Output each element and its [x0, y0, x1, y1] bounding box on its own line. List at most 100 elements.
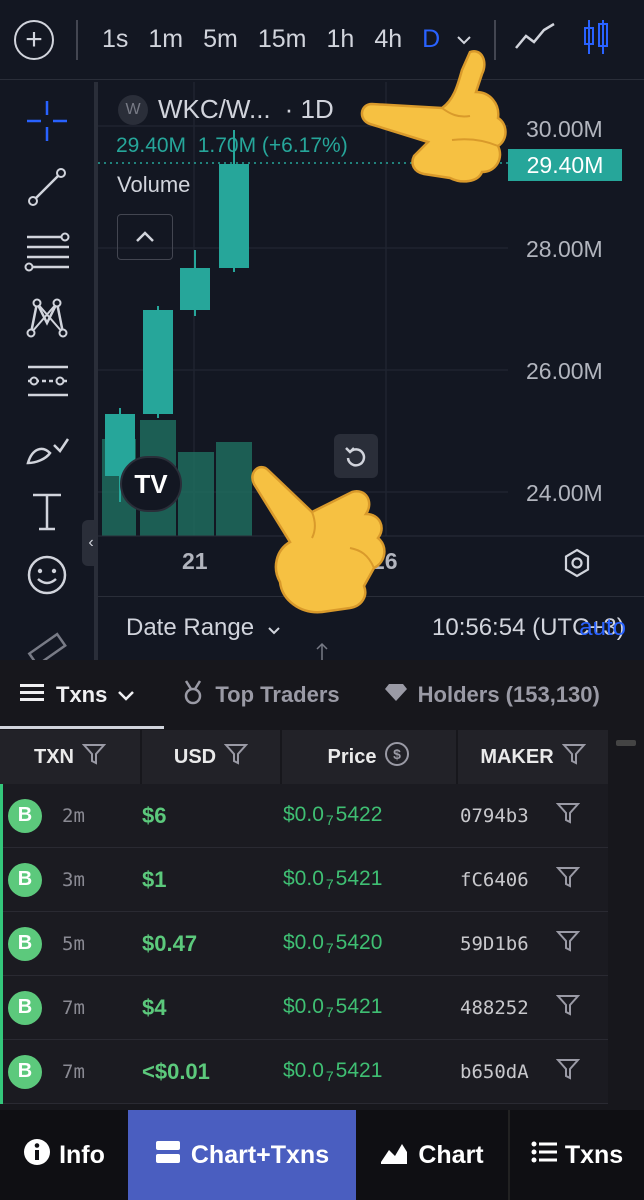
pointing-hand-left-icon	[360, 50, 507, 183]
header-price[interactable]: Price $	[282, 730, 458, 784]
buy-badge: B	[8, 990, 42, 1025]
header-maker-label: MAKER	[480, 745, 554, 768]
collapse-legend-chevron-up-icon[interactable]	[117, 214, 173, 260]
tab-holders-label: Holders (153,130)	[417, 682, 600, 707]
table-row[interactable]: B 2m $6 $0.0 75422 0794b3	[0, 784, 608, 848]
filter-icon[interactable]	[561, 743, 586, 771]
add-symbol-button[interactable]: +	[14, 19, 54, 60]
chevron-down-icon	[267, 622, 281, 639]
volume-bar	[178, 452, 214, 536]
timeframe-5m[interactable]: 5m	[203, 25, 238, 54]
tab-holders[interactable]: Holders (153,130)	[384, 682, 600, 708]
txn-maker[interactable]: 488252	[460, 997, 529, 1019]
candlestick-chart-type-icon[interactable]	[582, 18, 610, 61]
header-maker[interactable]: MAKER	[458, 730, 608, 784]
txn-usd: $1	[142, 866, 167, 892]
timeframe-1h[interactable]: 1h	[327, 25, 355, 54]
filter-icon[interactable]	[555, 802, 581, 829]
table-row[interactable]: B 3m $1 $0.0 75421 fC6406	[0, 848, 608, 912]
candle-body	[219, 164, 249, 268]
header-usd[interactable]: USD	[142, 730, 282, 784]
txn-maker[interactable]: 59D1b6	[460, 933, 529, 955]
drawing-toolbar	[0, 82, 94, 665]
nav-chart-label: Chart	[418, 1140, 484, 1169]
symbol-name: WKC/W...	[158, 94, 271, 124]
nav-txns[interactable]: Txns	[510, 1110, 644, 1200]
header-usd-label: USD	[173, 745, 217, 768]
txn-usd: $4	[142, 994, 167, 1020]
table-header: TXN USD Price $ MAKER	[0, 730, 608, 784]
header-txn[interactable]: TXN	[0, 730, 142, 784]
emoji-icon[interactable]	[20, 548, 74, 602]
buy-badge: B	[8, 1054, 42, 1089]
tab-top-traders[interactable]: Top Traders	[181, 679, 340, 711]
tab-txns[interactable]: Txns	[20, 682, 135, 708]
txn-price: $0.0 75421	[283, 995, 383, 1020]
table-row[interactable]: B 5m $0.47 $0.0 75420 59D1b6	[0, 912, 608, 976]
nav-chart-txns[interactable]: Chart+Txns	[128, 1110, 356, 1200]
table-row[interactable]: B 7m <$0.01 $0.0 75421 b650dA	[0, 1040, 608, 1104]
txn-maker[interactable]: fC6406	[460, 869, 529, 891]
brush-icon[interactable]	[20, 420, 74, 474]
diamond-icon	[384, 682, 408, 708]
filter-icon[interactable]	[555, 930, 581, 957]
area-chart-icon	[380, 1140, 408, 1171]
tab-top-traders-label: Top Traders	[215, 682, 340, 707]
buy-accent	[0, 1040, 3, 1104]
filter-icon[interactable]	[223, 743, 249, 771]
timeframe-1s[interactable]: 1s	[102, 25, 128, 54]
chart-legend-title[interactable]: W WKC/W... · 1D	[118, 94, 334, 125]
filter-icon[interactable]	[81, 743, 107, 771]
table-row[interactable]: B 7m $4 $0.0 75421 488252	[0, 976, 608, 1040]
medal-icon	[181, 679, 205, 711]
filter-icon[interactable]	[555, 994, 581, 1021]
chart-settings-icon[interactable]	[562, 548, 592, 578]
tradingview-logo-icon[interactable]: TV	[120, 456, 182, 512]
txn-maker[interactable]: b650dA	[460, 1061, 529, 1083]
symbol-logo-icon: W	[118, 94, 148, 125]
info-icon	[23, 1138, 51, 1173]
last-price-badge: 29.40M	[508, 149, 622, 181]
filter-icon[interactable]	[555, 866, 581, 893]
txn-usd: <$0.01	[142, 1058, 210, 1084]
scrollbar-thumb[interactable]	[616, 740, 636, 746]
crosshair-icon[interactable]	[20, 94, 74, 148]
txn-age: 2m	[62, 804, 85, 827]
transactions-table: TXN USD Price $ MAKER B 2m $6 $0.0 75422…	[0, 730, 608, 1110]
nav-info-label: Info	[59, 1140, 105, 1169]
tab-txns-label: Txns	[56, 682, 108, 707]
nav-chart[interactable]: Chart	[356, 1110, 508, 1200]
pattern-tool-icon[interactable]	[20, 290, 74, 344]
txn-price: $0.0 75420	[283, 931, 383, 956]
price-axis-label: 26.00M	[526, 358, 603, 384]
buy-accent	[0, 848, 3, 912]
list-icon	[20, 682, 44, 708]
fib-retracement-icon[interactable]	[20, 224, 74, 278]
chart-toolbar: + 1s 1m 5m 15m 1h 4h D	[0, 0, 644, 80]
filter-icon[interactable]	[555, 1058, 581, 1085]
nav-chart-txns-label: Chart+Txns	[190, 1140, 330, 1169]
header-price-label: Price	[327, 745, 377, 768]
txn-price: $0.0 75421	[283, 867, 383, 892]
candle-body	[180, 268, 210, 310]
price-axis-label: 30.00M	[526, 116, 603, 142]
text-tool-icon[interactable]	[20, 484, 74, 538]
auto-scale-toggle[interactable]: auto	[579, 614, 626, 642]
timeframe-15m[interactable]: 15m	[258, 25, 307, 54]
txn-age: 7m	[62, 996, 85, 1019]
buy-badge: B	[8, 862, 42, 897]
split-layout-icon	[155, 1140, 181, 1171]
txn-age: 3m	[62, 868, 85, 891]
candle-body	[143, 310, 173, 414]
forecasting-tool-icon[interactable]	[20, 354, 74, 408]
interval-label: · 1D	[284, 94, 334, 124]
nav-txns-label: Txns	[564, 1140, 624, 1169]
date-range-label: Date Range	[126, 613, 255, 641]
chevron-down-icon	[117, 682, 135, 708]
nav-info[interactable]: Info	[0, 1110, 128, 1200]
trend-line-icon[interactable]	[20, 160, 74, 214]
scrollbar[interactable]	[608, 730, 644, 1110]
txn-maker[interactable]: 0794b3	[460, 805, 529, 827]
currency-toggle-icon[interactable]: $	[384, 741, 410, 773]
timeframe-1m[interactable]: 1m	[148, 25, 183, 54]
